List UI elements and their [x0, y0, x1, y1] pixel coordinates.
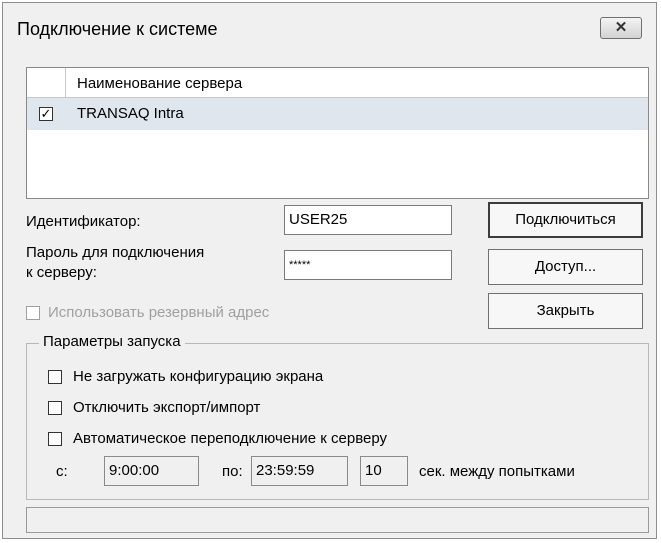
dialog-title: Подключение к системе [17, 19, 218, 39]
connect-button[interactable]: Подключиться [488, 202, 643, 238]
server-checkbox[interactable]: ✓ [39, 107, 53, 121]
reserve-address-label: Использовать резервный адрес [48, 304, 270, 321]
from-time-input[interactable]: 9:00:00 [104, 456, 199, 486]
no-screen-config-label: Не загружать конфигурацию экрана [73, 368, 324, 385]
close-icon[interactable]: ✕ [600, 17, 642, 39]
from-time-label: с: [56, 463, 68, 480]
reserve-address-checkbox[interactable] [26, 306, 40, 320]
server-row[interactable]: ✓ TRANSAQ Intra [27, 98, 648, 130]
access-button[interactable]: Доступ... [488, 249, 643, 285]
server-list-header: Наименование сервера [27, 68, 648, 98]
auto-reconnect-label: Автоматическое переподключение к серверу [73, 430, 388, 447]
to-time-input[interactable]: 23:59:59 [251, 456, 348, 486]
auto-reconnect-checkbox[interactable] [48, 432, 62, 446]
identifier-input[interactable]: USER25 [284, 205, 452, 235]
interval-input[interactable]: 10 [360, 456, 408, 486]
password-input[interactable]: ***** [284, 250, 452, 280]
interval-label: сек. между попытками [419, 463, 575, 480]
to-time-label: по: [222, 463, 243, 480]
password-label-line2: к серверу: [26, 264, 97, 281]
server-name-column-header[interactable]: Наименование сервера [77, 75, 242, 92]
server-list[interactable]: Наименование сервера ✓ TRANSAQ Intra [26, 67, 649, 199]
status-bar [26, 507, 649, 533]
disable-export-label: Отключить экспорт/импорт [73, 399, 261, 416]
close-button[interactable]: Закрыть [488, 293, 643, 329]
launch-params-title: Параметры запуска [39, 333, 185, 350]
no-screen-config-checkbox[interactable] [48, 370, 62, 384]
password-label-line1: Пароль для подключения [26, 244, 205, 261]
identifier-label: Идентификатор: [26, 213, 141, 230]
server-name: TRANSAQ Intra [77, 105, 184, 122]
connection-dialog: Подключение к системе ✕ Наименование сер… [2, 2, 657, 539]
title-bar: Подключение к системе ✕ [3, 3, 656, 53]
column-separator[interactable] [65, 68, 66, 98]
disable-export-checkbox[interactable] [48, 401, 62, 415]
